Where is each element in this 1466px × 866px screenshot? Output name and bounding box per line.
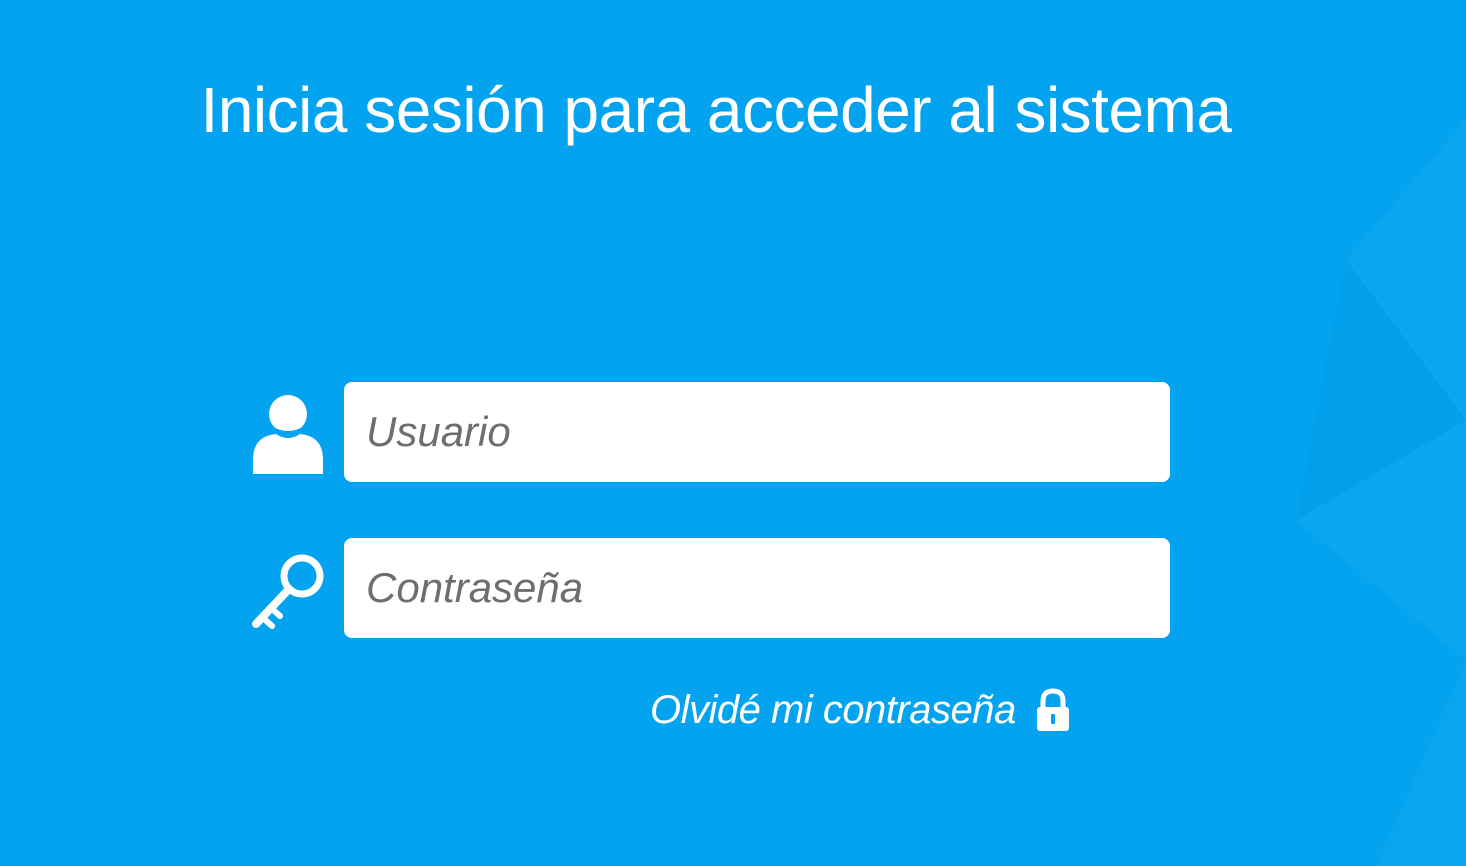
username-input[interactable]	[344, 382, 1170, 482]
user-icon	[246, 390, 326, 474]
password-row	[246, 538, 1170, 638]
key-icon	[246, 546, 326, 630]
page-title: Inicia sesión para acceder al sistema	[200, 74, 1232, 146]
username-row	[246, 382, 1170, 482]
forgot-password-link[interactable]: Olvidé mi contraseña	[650, 682, 1150, 738]
password-input[interactable]	[344, 538, 1170, 638]
lock-icon	[1034, 688, 1072, 732]
forgot-password-label: Olvidé mi contraseña	[650, 687, 1016, 732]
